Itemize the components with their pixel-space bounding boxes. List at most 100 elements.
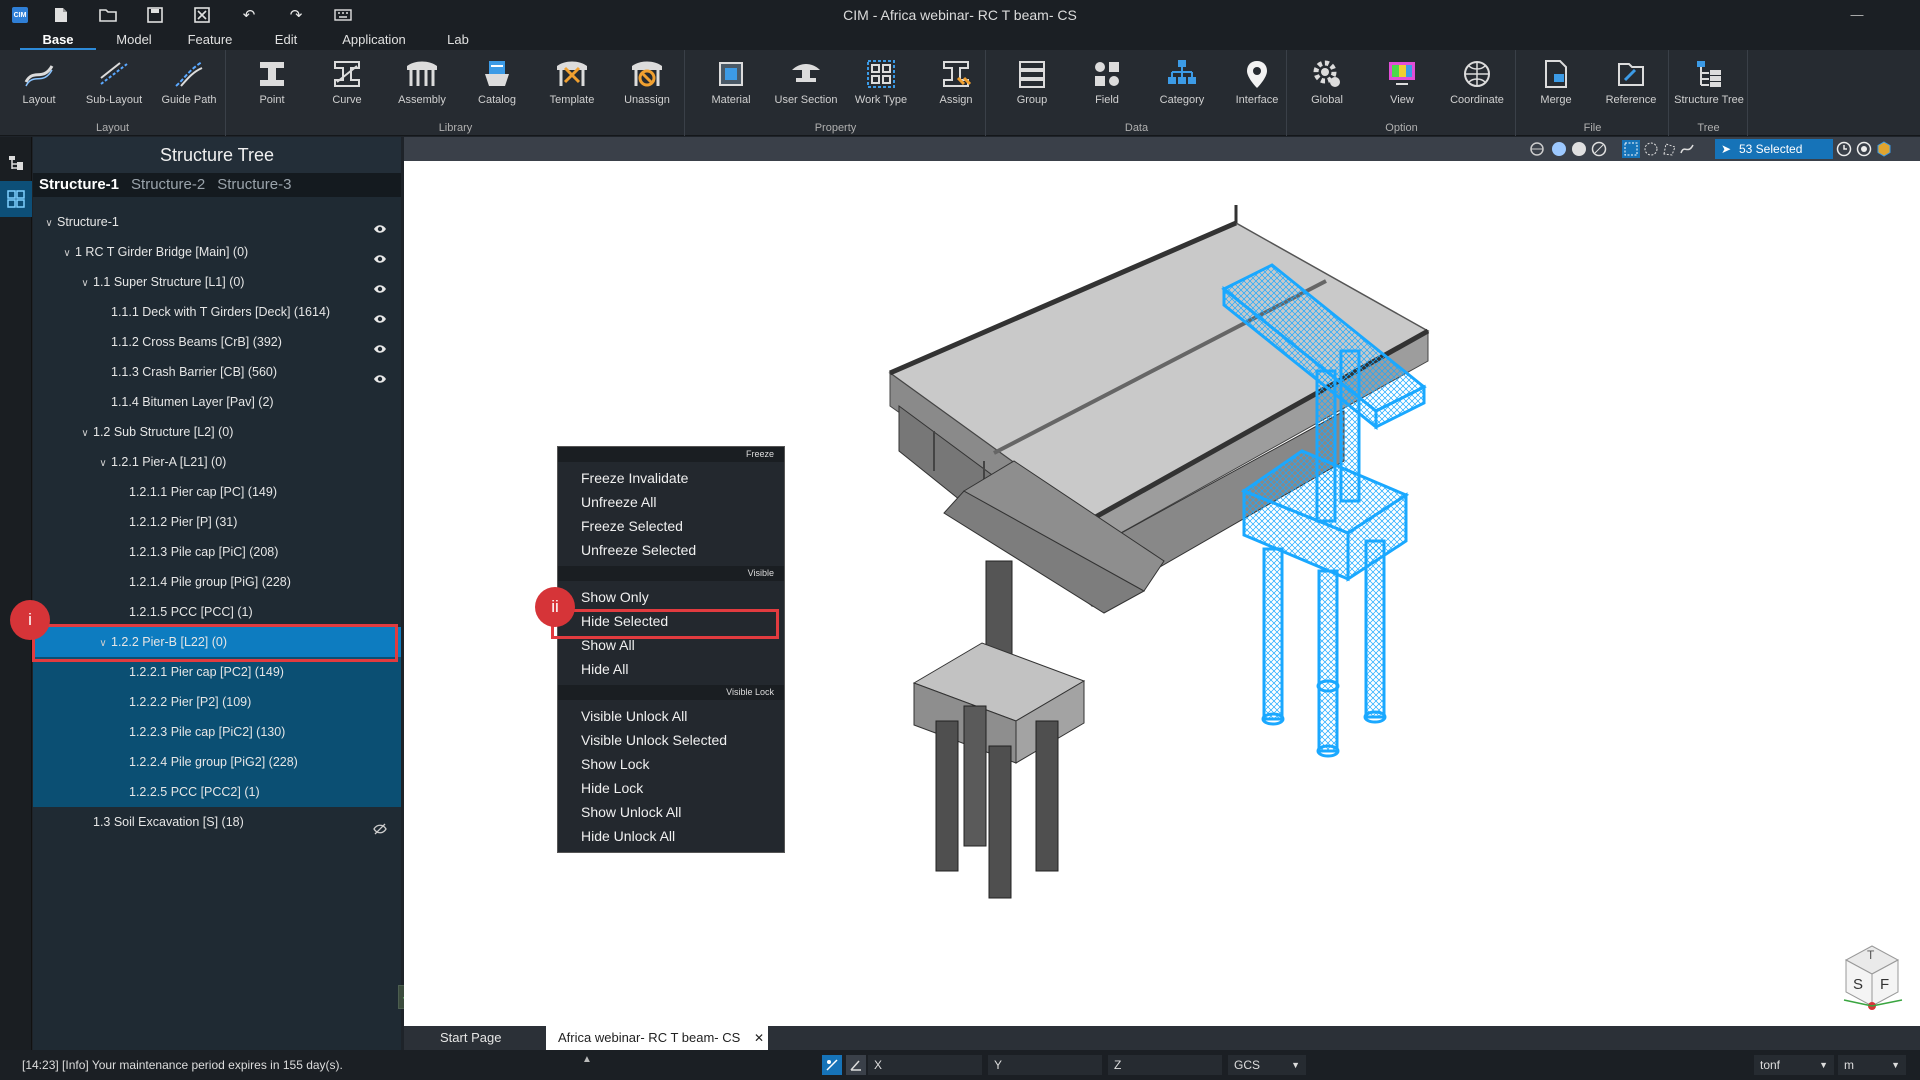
wire-sphere-icon[interactable]	[1590, 140, 1608, 158]
undo-icon[interactable]: ↶	[234, 3, 264, 27]
menu-item-unfreeze-all[interactable]: Unfreeze All	[558, 490, 784, 514]
tab-application[interactable]: Application	[324, 30, 424, 50]
template-button[interactable]: Template	[535, 54, 609, 116]
view-button[interactable]: View	[1365, 54, 1439, 116]
redo-icon[interactable]: ↷	[281, 3, 311, 27]
layout-button[interactable]: Layout	[2, 54, 76, 116]
chevron-down-icon[interactable]: ∨	[77, 419, 93, 449]
circle-select-icon[interactable]	[1642, 140, 1660, 158]
save-icon[interactable]	[140, 3, 170, 27]
shaded-sphere-icon[interactable]	[1550, 140, 1568, 158]
tree-view-icon[interactable]	[0, 145, 32, 181]
tab-structure-1[interactable]: Structure-1	[39, 173, 119, 197]
menu-item-visible-unlock-selected[interactable]: Visible Unlock Selected	[558, 728, 784, 752]
tree-item[interactable]: 1.2.2.5 PCC [PCC2] (1)	[33, 777, 401, 807]
chevron-down-icon[interactable]: ∨	[41, 209, 57, 239]
polygon-select-icon[interactable]	[1660, 140, 1678, 158]
selection-count-badge[interactable]: ➤ 53 Selected	[1715, 139, 1833, 159]
close-file-icon[interactable]	[187, 3, 217, 27]
group-button[interactable]: Group	[995, 54, 1069, 116]
tab-start-page[interactable]: Start Page ✕	[428, 1026, 564, 1050]
solid-sphere-icon[interactable]	[1570, 140, 1588, 158]
tree-item[interactable]: 1.1.3 Crash Barrier [CB] (560)	[33, 357, 401, 387]
menu-item-hide-lock[interactable]: Hide Lock	[558, 776, 784, 800]
tab-base[interactable]: Base	[20, 30, 96, 50]
guide-path-button[interactable]: Guide Path	[152, 54, 226, 116]
render-mode-icon[interactable]	[1528, 140, 1546, 158]
force-unit-select[interactable]: tonf ▼	[1754, 1055, 1834, 1075]
tree-item[interactable]: 1.1.4 Bitumen Layer [Pav] (2)	[33, 387, 401, 417]
tree-item[interactable]: 1.1.1 Deck with T Girders [Deck] (1614)	[33, 297, 401, 327]
sub-layout-button[interactable]: Sub-Layout	[77, 54, 151, 116]
tab-structure-2[interactable]: Structure-2	[131, 173, 205, 197]
tree-item[interactable]: ∨ 1.2.1 Pier-A [L21] (0)	[33, 447, 401, 477]
tab-lab[interactable]: Lab	[420, 30, 496, 50]
tree-item[interactable]: ∨ 1.2 Sub Structure [L2] (0)	[33, 417, 401, 447]
collapse-log-icon[interactable]: ▲	[582, 1054, 592, 1065]
record-icon[interactable]	[1855, 140, 1873, 158]
snap-point-icon[interactable]	[822, 1055, 842, 1075]
tree-item[interactable]: 1.2.2.4 Pile group [PiG2] (228)	[33, 747, 401, 777]
tree-item[interactable]: 1.2.2.2 Pier [P2] (109)	[33, 687, 401, 717]
box-select-icon[interactable]	[1622, 140, 1640, 158]
reference-button[interactable]: Reference	[1594, 54, 1668, 116]
view-cube[interactable]: T S F	[1840, 942, 1904, 1012]
tab-africa-webinar[interactable]: Africa webinar- RC T beam- CS ✕	[546, 1026, 768, 1050]
structure-tree-button[interactable]: Structure Tree	[1672, 54, 1746, 116]
assign-button[interactable]: Assign	[919, 54, 993, 116]
menu-item-hide-all[interactable]: Hide All	[558, 657, 784, 681]
y-coordinate-field[interactable]: Y	[988, 1055, 1102, 1075]
user-section-button[interactable]: User Section	[769, 54, 843, 116]
minimize-button[interactable]	[1838, 2, 1876, 26]
material-button[interactable]: Material	[694, 54, 768, 116]
menu-item-show-only[interactable]: Show Only	[558, 585, 784, 609]
structure-panel-icon[interactable]	[0, 181, 32, 217]
unassign-button[interactable]: Unassign	[610, 54, 684, 116]
merge-button[interactable]: Merge	[1519, 54, 1593, 116]
assembly-button[interactable]: Assembly	[385, 54, 459, 116]
tree-item[interactable]: 1.2.1.5 PCC [PCC] (1)	[33, 597, 401, 627]
chevron-down-icon[interactable]: ∨	[77, 269, 93, 299]
tab-feature[interactable]: Feature	[172, 30, 248, 50]
menu-item-hide-unlock-all[interactable]: Hide Unlock All	[558, 824, 784, 848]
tree-item[interactable]: 1.1.2 Cross Beams [CrB] (392)	[33, 327, 401, 357]
snap-angle-icon[interactable]	[846, 1055, 866, 1075]
point-button[interactable]: Point	[235, 54, 309, 116]
clock-icon[interactable]	[1835, 140, 1853, 158]
tree-item[interactable]: 1.2.1.4 Pile group [PiG] (228)	[33, 567, 401, 597]
menu-item-visible-unlock-all[interactable]: Visible Unlock All	[558, 704, 784, 728]
keyboard-icon[interactable]	[328, 3, 358, 27]
interface-button[interactable]: Interface	[1220, 54, 1294, 116]
eye-hidden-icon[interactable]	[373, 816, 387, 846]
coordinate-system-select[interactable]: GCS ▼	[1228, 1055, 1306, 1075]
close-tab-icon[interactable]: ✕	[754, 1026, 764, 1050]
menu-item-show-lock[interactable]: Show Lock	[558, 752, 784, 776]
view-cube-toggle-icon[interactable]	[1875, 140, 1893, 158]
work-type-button[interactable]: Work Type	[844, 54, 918, 116]
tree-item[interactable]: 1.2.1.3 Pile cap [PiC] (208)	[33, 537, 401, 567]
length-unit-select[interactable]: m ▼	[1838, 1055, 1906, 1075]
category-button[interactable]: Category	[1145, 54, 1219, 116]
chevron-down-icon[interactable]: ∨	[59, 239, 75, 269]
tree-item[interactable]: 1.2.2.3 Pile cap [PiC2] (130)	[33, 717, 401, 747]
global-button[interactable]: Global	[1290, 54, 1364, 116]
menu-item-freeze-selected[interactable]: Freeze Selected	[558, 514, 784, 538]
tree-item[interactable]: 1.3 Soil Excavation [S] (18)	[33, 807, 401, 837]
catalog-button[interactable]: Catalog	[460, 54, 534, 116]
tree-item[interactable]: ∨ 1 RC T Girder Bridge [Main] (0)	[33, 237, 401, 267]
tab-edit[interactable]: Edit	[248, 30, 324, 50]
field-button[interactable]: Field	[1070, 54, 1144, 116]
menu-item-freeze-invalidate[interactable]: Freeze Invalidate	[558, 466, 784, 490]
z-coordinate-field[interactable]: Z	[1108, 1055, 1222, 1075]
menu-item-show-unlock-all[interactable]: Show Unlock All	[558, 800, 784, 824]
tree-item[interactable]: 1.2.1.2 Pier [P] (31)	[33, 507, 401, 537]
tree-item[interactable]: ∨ 1.1 Super Structure [L1] (0)	[33, 267, 401, 297]
tab-model[interactable]: Model	[96, 30, 172, 50]
lasso-select-icon[interactable]	[1678, 140, 1696, 158]
chevron-down-icon[interactable]: ∨	[95, 449, 111, 479]
menu-item-unfreeze-selected[interactable]: Unfreeze Selected	[558, 538, 784, 562]
curve-button[interactable]: Curve	[310, 54, 384, 116]
open-folder-icon[interactable]	[93, 3, 123, 27]
tab-structure-3[interactable]: Structure-3	[217, 173, 291, 197]
new-file-icon[interactable]	[46, 3, 76, 27]
